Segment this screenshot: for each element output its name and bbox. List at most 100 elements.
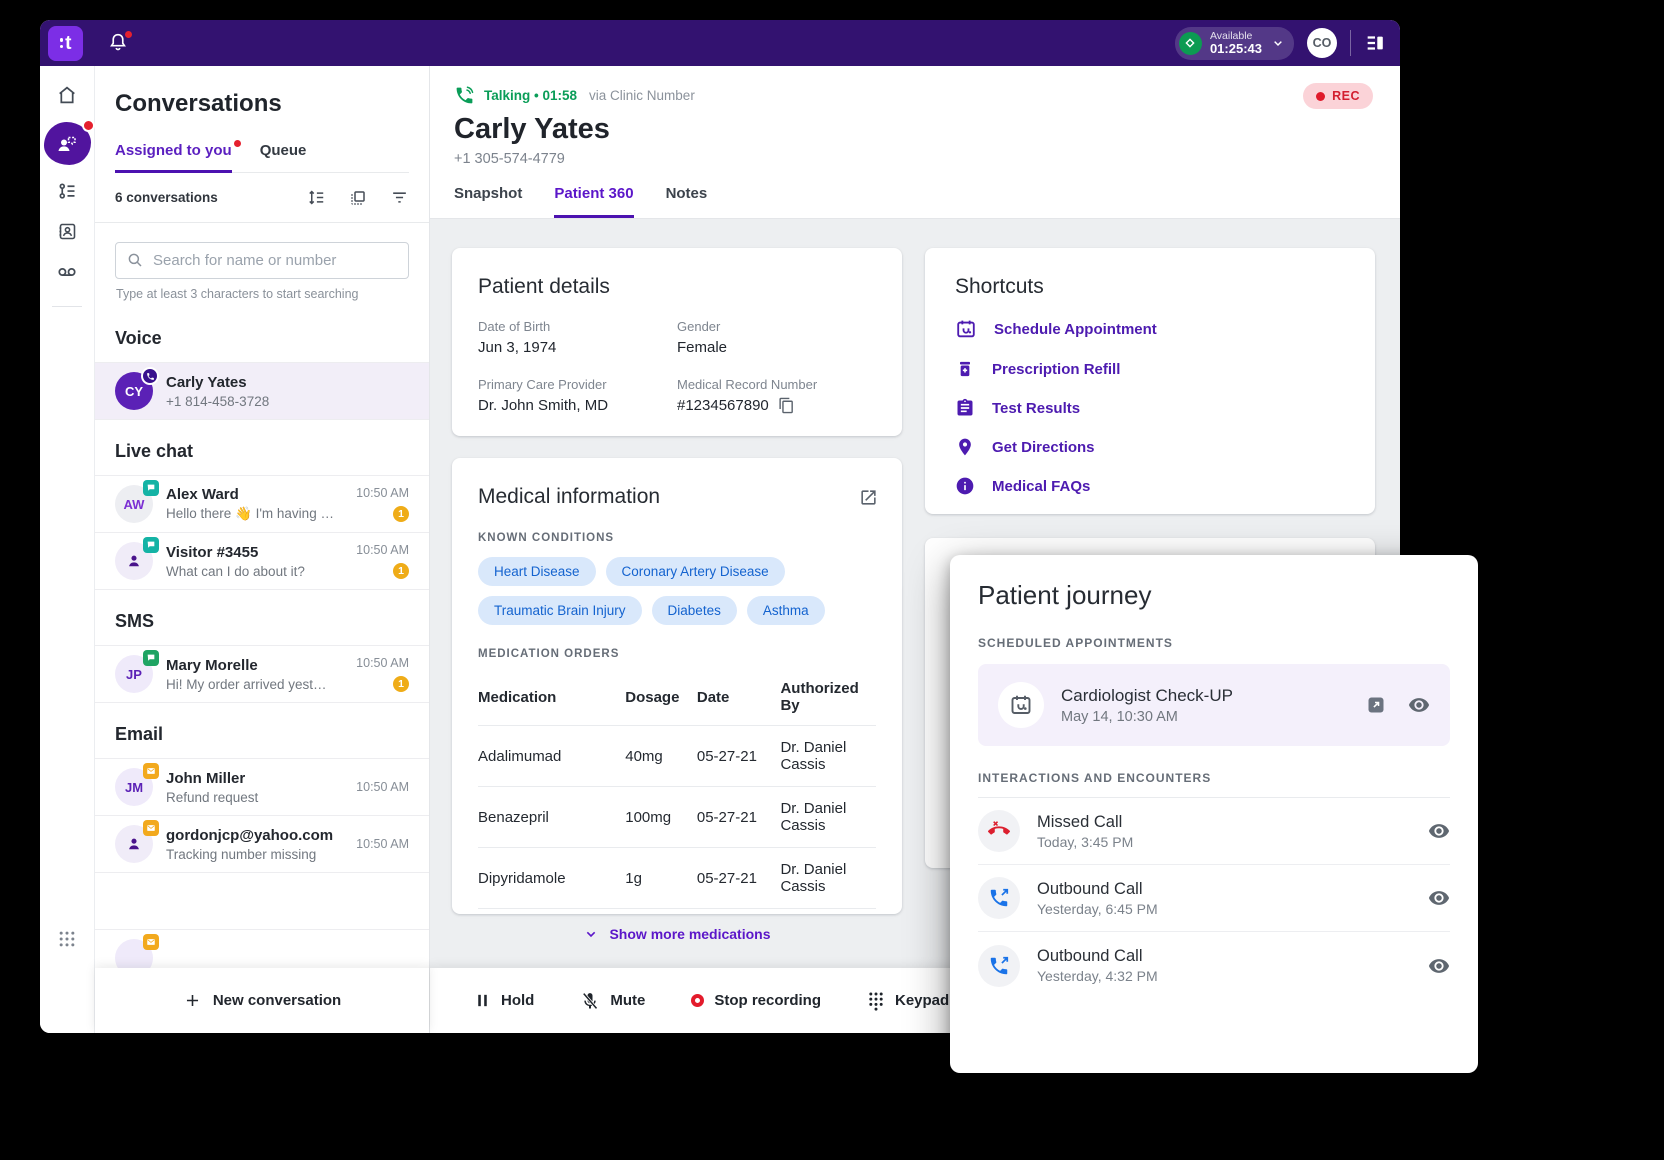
eye-icon[interactable] [1428, 820, 1450, 842]
cards-view-icon[interactable] [349, 189, 367, 207]
timestamp: 10:50 AM [356, 837, 409, 851]
list-item-carly-yates[interactable]: CY Carly Yates +1 814-458-3728 [95, 362, 429, 420]
plus-icon [183, 991, 202, 1010]
caller-phone: +1 305-574-4779 [454, 151, 1376, 167]
shortcut-get-directions[interactable]: Get Directions [955, 437, 1345, 457]
home-icon[interactable] [56, 84, 78, 106]
open-popup-icon[interactable] [859, 488, 878, 507]
email-badge-icon [143, 820, 159, 836]
timestamp: 10:50 AM [356, 486, 409, 500]
open-in-new-icon[interactable] [1366, 695, 1386, 715]
tab-patient-360[interactable]: Patient 360 [554, 185, 633, 218]
top-bar: t Available 01:25:43 CO [40, 20, 1400, 66]
condition-chip[interactable]: Coronary Artery Disease [606, 557, 785, 586]
column-header: Dosage [625, 668, 697, 726]
field-label: Date of Birth [478, 319, 677, 334]
patient-tabs: Snapshot Patient 360 Notes [454, 185, 1376, 218]
field-label: Medical Record Number [677, 377, 876, 392]
notification-dot [124, 30, 133, 39]
stop-recording-button[interactable]: Stop recording [691, 992, 821, 1009]
tab-snapshot[interactable]: Snapshot [454, 185, 522, 218]
condition-chip[interactable]: Diabetes [652, 596, 737, 625]
caller-name: Carly Yates [454, 113, 1376, 146]
field-value: Jun 3, 1974 [478, 339, 677, 356]
list-item-john-miller[interactable]: JM John Miller Refund request 10:50 AM [95, 758, 429, 815]
tab-notes[interactable]: Notes [666, 185, 708, 218]
tab-assigned-to-you[interactable]: Assigned to you [115, 142, 232, 173]
interaction-missed-call[interactable]: Missed Call Today, 3:45 PM [978, 798, 1450, 865]
recording-ring-icon [691, 994, 704, 1007]
field-value: Female [677, 339, 876, 356]
medication-orders-label: MEDICATION ORDERS [478, 648, 876, 660]
show-more-medications-link[interactable]: Show more medications [478, 926, 876, 942]
unread-badge: 1 [393, 506, 409, 522]
voicemail-icon[interactable] [56, 261, 78, 283]
chevron-down-icon [583, 926, 599, 942]
phone-in-talk-icon [454, 85, 475, 106]
medication-table: Medication Dosage Date Authorized By Ada… [478, 668, 876, 909]
shortcut-schedule-appointment[interactable]: Schedule Appointment [955, 318, 1345, 340]
eye-icon[interactable] [1428, 955, 1450, 977]
status-timer: 01:25:43 [1210, 42, 1262, 57]
avatar [115, 542, 153, 580]
shortcut-test-results[interactable]: Test Results [955, 398, 1345, 418]
copy-icon[interactable] [778, 397, 795, 414]
condition-chip[interactable]: Heart Disease [478, 557, 596, 586]
condition-chip[interactable]: Traumatic Brain Injury [478, 596, 642, 625]
shortcut-medical-faqs[interactable]: Medical FAQs [955, 476, 1345, 496]
interaction-outbound-call-2[interactable]: Outbound Call Yesterday, 4:32 PM [978, 932, 1450, 999]
sort-icon[interactable] [307, 188, 326, 207]
eye-icon[interactable] [1428, 887, 1450, 909]
topbar-divider [1350, 30, 1351, 56]
activity-list-icon[interactable] [57, 181, 78, 202]
list-item-gordonjcp[interactable]: gordonjcp@yahoo.com Tracking number miss… [95, 815, 429, 873]
sidebar-toggle-icon[interactable] [1364, 32, 1386, 54]
eye-icon[interactable] [1408, 694, 1430, 716]
search-helper-text: Type at least 3 characters to start sear… [116, 287, 408, 301]
notifications-bell-icon[interactable] [107, 31, 131, 55]
known-conditions-label: KNOWN CONDITIONS [478, 532, 876, 544]
mute-button[interactable]: Mute [580, 991, 645, 1011]
appointment-row[interactable]: Cardiologist Check-UP May 14, 10:30 AM [978, 664, 1450, 746]
keypad-button[interactable]: Keypad [867, 991, 949, 1011]
scheduled-appointments-label: SCHEDULED APPOINTMENTS [978, 636, 1450, 650]
filter-icon[interactable] [390, 188, 409, 207]
icon-rail [40, 66, 95, 1033]
section-email: Email [95, 703, 429, 758]
unread-badge: 1 [393, 563, 409, 579]
tab-queue[interactable]: Queue [260, 142, 307, 172]
user-avatar[interactable]: CO [1307, 28, 1337, 58]
app-logo[interactable]: t [48, 26, 83, 61]
appointment-time: May 14, 10:30 AM [1061, 709, 1233, 725]
available-status-icon [1179, 32, 1202, 55]
page-title: Conversations [115, 90, 409, 118]
mic-off-icon [580, 991, 600, 1011]
conversations-nav-icon[interactable] [44, 122, 91, 165]
email-badge-icon [143, 763, 159, 779]
list-item-alex-ward[interactable]: AW Alex Ward Hello there 👋 I'm having tr… [95, 475, 429, 532]
apps-grid-icon[interactable] [57, 929, 77, 949]
list-item-visitor-3455[interactable]: Visitor #3455 What can I do about it? 10… [95, 532, 429, 590]
interaction-outbound-call-1[interactable]: Outbound Call Yesterday, 6:45 PM [978, 865, 1450, 932]
shortcuts-card: Shortcuts Schedule Appointment [925, 248, 1375, 514]
logo-letter: t [65, 34, 71, 53]
call-via-text: via Clinic Number [589, 88, 695, 103]
condition-chip[interactable]: Asthma [747, 596, 825, 625]
contacts-icon[interactable] [57, 221, 78, 242]
sms-badge-icon [143, 650, 159, 666]
chat-badge-icon [143, 537, 159, 553]
agent-status-selector[interactable]: Available 01:25:43 [1175, 27, 1294, 60]
list-item-mary-morelle[interactable]: JP Mary Morelle Hi! My order arrived yes… [95, 645, 429, 703]
avatar: CY [115, 372, 153, 410]
prescription-bottle-icon [955, 359, 975, 379]
section-voice: Voice [95, 307, 429, 362]
new-conversation-button[interactable]: New conversation [95, 968, 429, 1033]
avatar [115, 825, 153, 863]
phone-badge-icon [141, 367, 159, 385]
shortcut-prescription-refill[interactable]: Prescription Refill [955, 359, 1345, 379]
search-input[interactable] [115, 242, 409, 279]
status-label: Available [1210, 30, 1262, 42]
hold-button[interactable]: Hold [474, 992, 534, 1009]
outbound-call-icon [978, 945, 1020, 987]
medical-information-card: Medical information KNOWN CONDITIONS Hea… [452, 458, 902, 914]
